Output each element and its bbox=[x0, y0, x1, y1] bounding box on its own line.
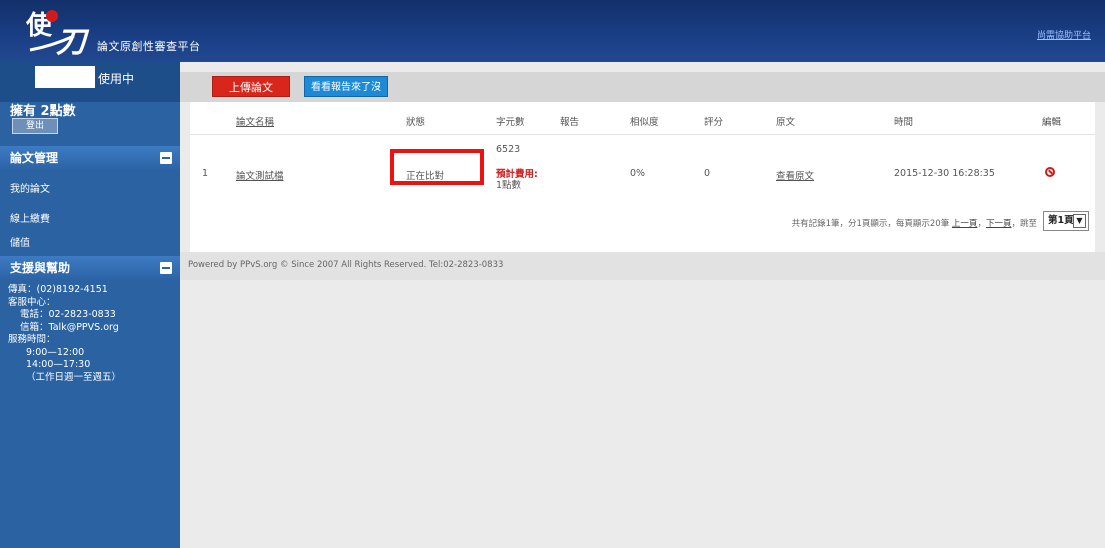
footer-bar: Powered by PPvS.org © Since 2007 All Rig… bbox=[180, 252, 1105, 280]
header-status: 狀態 bbox=[406, 117, 426, 128]
sidebar: 使用中 擁有 2點數 登出 論文管理 我的論文 線上繳費 儲值 支援與幫助 傳真… bbox=[0, 62, 180, 548]
paper-name-link[interactable]: 論文測試檔 bbox=[236, 168, 284, 182]
papers-table: 論文名稱 狀態 字元數 報告 相似度 評分 原文 時間 編輯 1 論文測試檔 正… bbox=[190, 102, 1095, 252]
header-chars: 字元數 bbox=[496, 117, 525, 128]
help-link[interactable]: 尚需協助平台 bbox=[1037, 28, 1091, 41]
sidebar-item-top-up[interactable]: 儲值 bbox=[10, 234, 30, 249]
submission-time: 2015-12-30 16:28:35 bbox=[894, 168, 995, 179]
header-edit: 編輯 bbox=[1042, 117, 1062, 128]
fax: 傳真：(02)8192-4151 bbox=[8, 284, 108, 295]
chevron-down-icon[interactable]: ▼ bbox=[1073, 214, 1086, 228]
collapse-icon[interactable] bbox=[160, 152, 172, 164]
status-highlight-box bbox=[390, 149, 484, 185]
hours-title: 服務時間： bbox=[8, 334, 56, 345]
points-balance: 擁有 2點數 bbox=[10, 104, 76, 119]
hours-afternoon: 14:00—17:30 bbox=[26, 359, 91, 370]
next-page-link[interactable]: 下一頁 bbox=[986, 219, 1012, 229]
cancel-icon[interactable] bbox=[1045, 167, 1055, 177]
toolbar: 上傳論文 看看報告來了沒 bbox=[180, 72, 1105, 102]
jump-to-label: 跳至 bbox=[1019, 219, 1037, 229]
upload-paper-button[interactable]: 上傳論文 bbox=[212, 76, 290, 97]
similarity-value: 0% bbox=[630, 168, 646, 179]
logo-icon: 使 刀 bbox=[25, 10, 90, 56]
sidebar-item-online-payment[interactable]: 線上繳費 bbox=[10, 210, 50, 225]
hours-morning: 9:00—12:00 bbox=[26, 346, 85, 358]
score-value: 0 bbox=[704, 168, 711, 179]
page-select[interactable]: 第1頁 ▼ bbox=[1043, 211, 1089, 231]
user-status: 使用中 bbox=[98, 72, 135, 86]
main-content: 上傳論文 看看報告來了沒 論文名稱 狀態 字元數 報告 相似度 評分 原文 時間… bbox=[180, 62, 1105, 548]
prev-page-link[interactable]: 上一頁 bbox=[952, 219, 978, 229]
page-select-value: 第1頁 bbox=[1048, 215, 1074, 226]
service-center: 客服中心： bbox=[8, 296, 56, 308]
sidebar-item-my-papers[interactable]: 我的論文 bbox=[10, 180, 50, 195]
email: 信箱：Talk@PPVS.org bbox=[20, 321, 119, 333]
header-similarity: 相似度 bbox=[630, 117, 659, 128]
estimated-cost-value: 1點數 bbox=[496, 180, 522, 191]
check-report-button[interactable]: 看看報告來了沒 bbox=[304, 76, 388, 97]
pagination: 共有記錄1筆，分1頁顯示，每頁顯示20筆 上一頁，下一頁，跳至 bbox=[791, 219, 1037, 229]
footer-text: Powered by PPvS.org © Since 2007 All Rig… bbox=[188, 260, 504, 270]
view-original-link[interactable]: 查看原文 bbox=[776, 168, 814, 182]
header-report: 報告 bbox=[560, 117, 580, 128]
contact-info: 傳真：(02)8192-4151 客服中心： 電話：02-2823-0833 信… bbox=[8, 284, 121, 384]
row-index: 1 bbox=[202, 168, 209, 179]
section-paper-label: 論文管理 bbox=[10, 151, 59, 165]
char-count: 6523 bbox=[496, 144, 521, 155]
working-days: （工作日週一至週五） bbox=[26, 371, 122, 383]
section-support[interactable]: 支援與幫助 bbox=[0, 256, 180, 280]
logout-button[interactable]: 登出 bbox=[12, 118, 58, 134]
top-header: 使 刀 論文原創性審查平台 尚需協助平台 bbox=[0, 0, 1105, 62]
header-divider bbox=[190, 134, 1095, 135]
username-redacted bbox=[35, 66, 95, 88]
platform-name: 論文原創性審查平台 bbox=[97, 40, 201, 53]
phone: 電話：02-2823-0833 bbox=[20, 309, 116, 320]
section-support-label: 支援與幫助 bbox=[10, 261, 71, 275]
collapse-icon[interactable] bbox=[160, 262, 172, 274]
header-time: 時間 bbox=[894, 117, 914, 128]
header-score: 評分 bbox=[704, 117, 724, 128]
header-name[interactable]: 論文名稱 bbox=[236, 114, 274, 128]
header-original: 原文 bbox=[776, 117, 796, 128]
user-bar: 使用中 bbox=[0, 62, 180, 102]
section-paper-management[interactable]: 論文管理 bbox=[0, 146, 180, 170]
pager-summary: 共有記錄1筆，分1頁顯示，每頁顯示20筆 bbox=[791, 219, 950, 229]
